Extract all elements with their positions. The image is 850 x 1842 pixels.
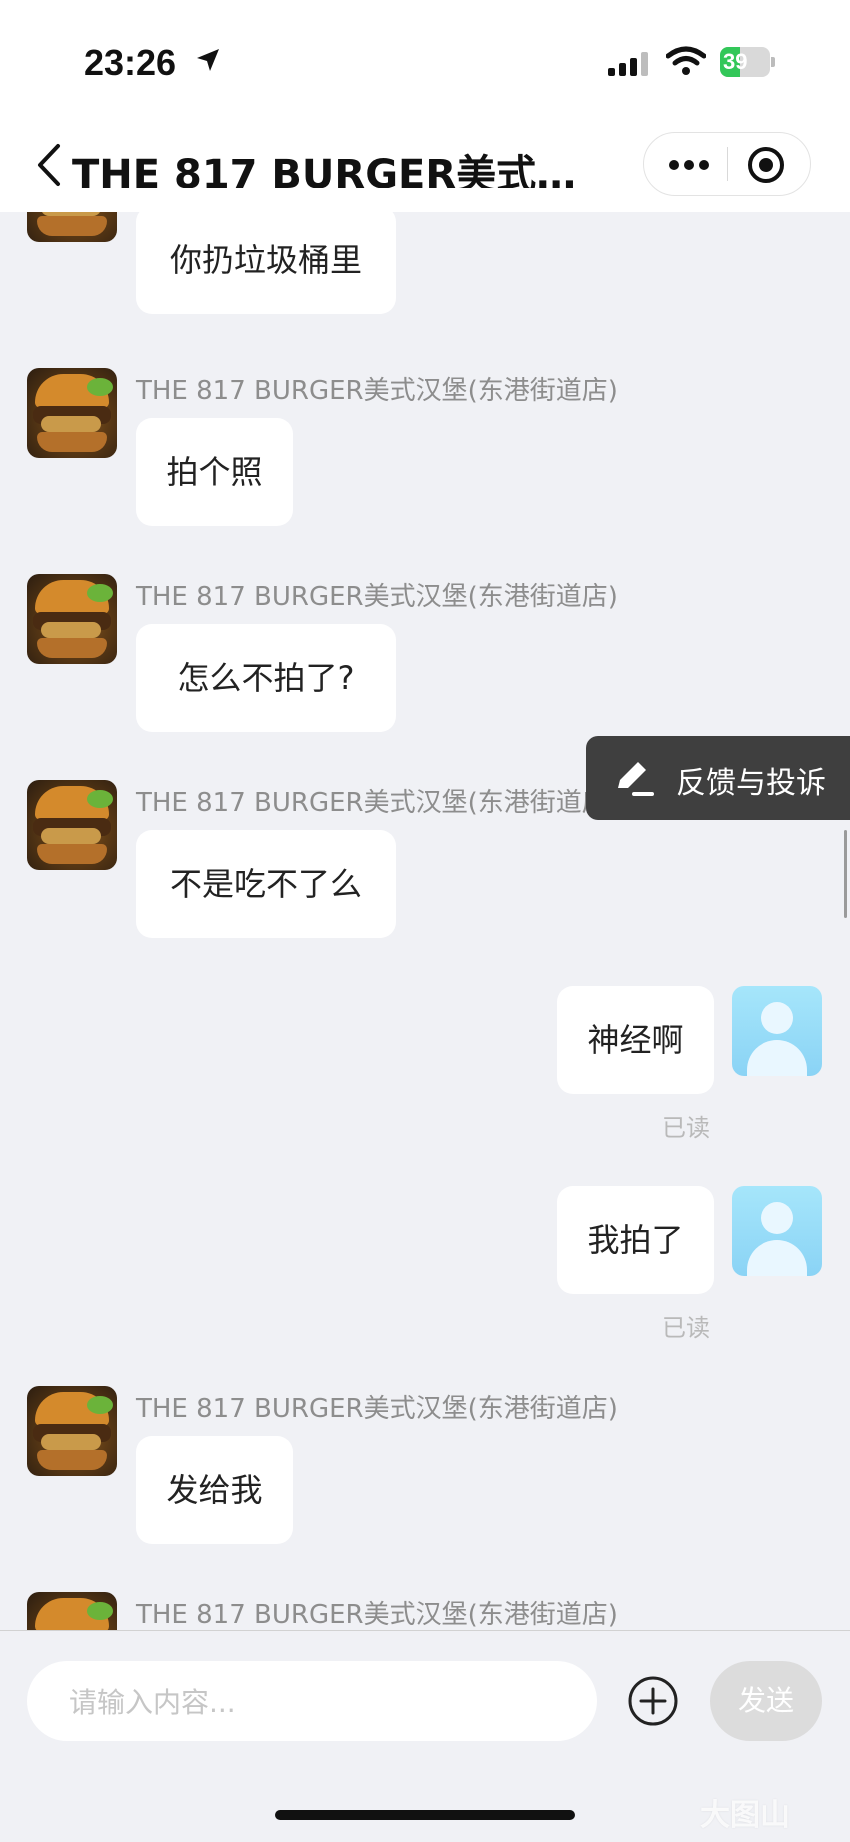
scroll-indicator[interactable] xyxy=(844,830,847,918)
message-bubble[interactable]: 不是吃不了么 xyxy=(136,830,396,938)
home-indicator[interactable] xyxy=(275,1810,575,1820)
shop-avatar[interactable] xyxy=(27,574,117,664)
miniprogram-capsule xyxy=(643,132,811,196)
sender-name: THE 817 BURGER美式汉堡(东港街道店) xyxy=(136,376,618,406)
message-input[interactable] xyxy=(67,1661,571,1743)
user-avatar[interactable] xyxy=(732,1186,822,1276)
cellular-signal-icon xyxy=(608,52,648,76)
wifi-icon xyxy=(666,46,706,75)
location-arrow-icon xyxy=(197,49,219,71)
sender-name: THE 817 BURGER美式汉堡(东港街道店) xyxy=(136,788,618,818)
message-bubble-self[interactable]: 神经啊 xyxy=(557,986,714,1094)
read-status: 已读 xyxy=(662,1114,710,1142)
shop-avatar[interactable] xyxy=(27,1386,117,1476)
nav-bar: THE 817 BURGER美式汉... xyxy=(0,120,850,212)
edit-pencil-icon xyxy=(618,762,654,796)
status-time: 23:26 xyxy=(84,42,177,83)
message-bubble[interactable]: 发给我 xyxy=(136,1436,293,1544)
shop-avatar[interactable] xyxy=(27,1592,117,1630)
capsule-divider xyxy=(727,147,728,181)
more-icon[interactable] xyxy=(668,155,710,175)
message-bubble[interactable]: 你扔垃圾桶里 xyxy=(136,212,396,314)
watermark-logo: 大图山 xyxy=(700,1798,790,1833)
back-chevron-icon[interactable] xyxy=(34,142,64,188)
message-bubble[interactable]: 怎么不拍了? xyxy=(136,624,396,732)
sender-name: THE 817 BURGER美式汉堡(东港街道店) xyxy=(136,582,618,612)
battery-level-text: 39 xyxy=(723,49,748,74)
battery-indicator: 39 xyxy=(720,47,776,77)
shop-avatar[interactable] xyxy=(27,368,117,458)
page-title: THE 817 BURGER美式汉... xyxy=(72,152,582,188)
user-avatar[interactable] xyxy=(732,986,822,1076)
target-icon[interactable] xyxy=(746,145,786,185)
chat-area[interactable]: 你扔垃圾桶里 THE 817 BURGER美式汉堡(东港街道店) 拍个照 THE… xyxy=(0,212,850,1630)
sender-name: THE 817 BURGER美式汉堡(东港街道店) xyxy=(136,1600,618,1630)
shop-avatar[interactable] xyxy=(27,780,117,870)
message-input-container[interactable] xyxy=(27,1661,597,1743)
sender-name: THE 817 BURGER美式汉堡(东港街道店) xyxy=(136,1394,618,1424)
feedback-label: 反馈与投诉 xyxy=(676,766,826,801)
feedback-button[interactable]: 反馈与投诉 xyxy=(586,736,850,820)
add-attachment-icon[interactable] xyxy=(627,1675,679,1727)
read-status: 已读 xyxy=(662,1314,710,1342)
message-bubble[interactable]: 拍个照 xyxy=(136,418,293,526)
shop-avatar[interactable] xyxy=(27,212,117,242)
message-bubble-self[interactable]: 我拍了 xyxy=(557,1186,714,1294)
status-bar: 23:26 39 xyxy=(0,0,850,120)
send-button[interactable]: 发送 xyxy=(710,1661,822,1741)
